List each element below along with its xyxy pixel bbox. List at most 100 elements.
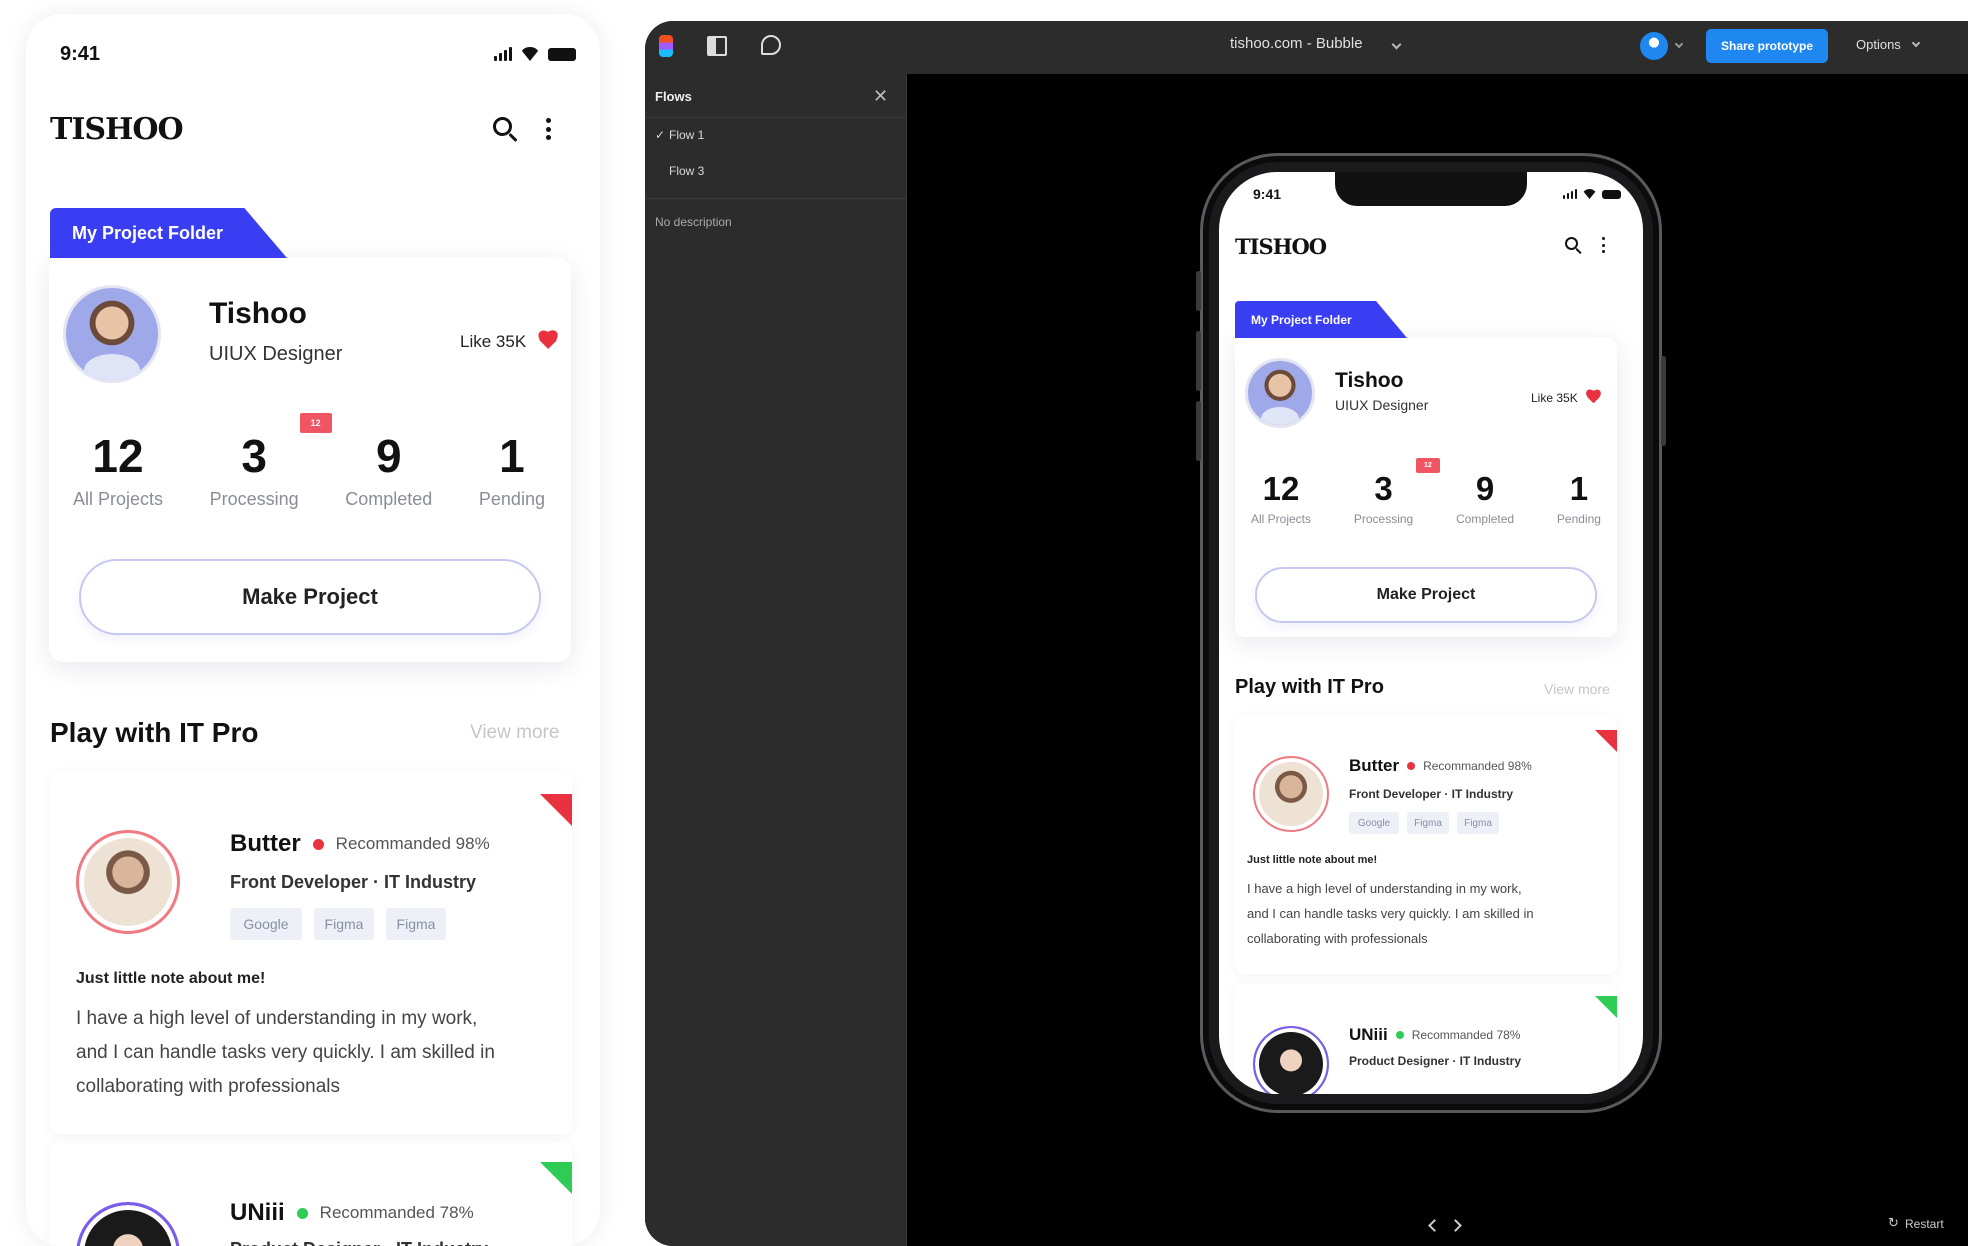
recommend-score: Recommanded 78% xyxy=(1411,1028,1521,1042)
project-folder-tab[interactable]: My Project Folder xyxy=(50,208,287,258)
wifi-icon xyxy=(1583,189,1596,199)
stat-all-projects[interactable]: 12 All Projects xyxy=(1251,470,1311,526)
comment-icon[interactable] xyxy=(761,35,781,55)
pro-name: Butter xyxy=(1349,756,1400,775)
previous-frame-icon[interactable] xyxy=(1428,1219,1441,1232)
stat-pending[interactable]: 1 Pending xyxy=(479,429,545,510)
note-line: and I can handle tasks very quickly. I a… xyxy=(1247,906,1534,921)
search-icon[interactable] xyxy=(493,117,519,143)
tag[interactable]: Google xyxy=(230,908,302,940)
restart-icon[interactable]: ↻ xyxy=(1888,1216,1899,1231)
close-icon[interactable]: ✕ xyxy=(873,86,888,107)
tag[interactable]: Google xyxy=(1349,812,1399,834)
chevron-down-icon[interactable] xyxy=(1674,39,1684,49)
view-more-link[interactable]: View more xyxy=(1544,681,1610,697)
profile-card: Tishoo UIUX Designer Like 35K 12 All Pro… xyxy=(49,257,571,662)
sidebar-toggle-icon[interactable] xyxy=(707,36,727,56)
make-project-button[interactable]: Make Project xyxy=(1255,567,1597,623)
pro-card-butter[interactable]: Butter Recommanded 98% Front Developer ·… xyxy=(50,772,572,1134)
status-dot xyxy=(312,838,324,850)
stat-processing[interactable]: 12 3 Processing xyxy=(1354,458,1440,526)
like-counter[interactable]: Like 35K xyxy=(1531,390,1602,406)
flow-item-1[interactable]: Flow 1 xyxy=(669,128,704,142)
more-options-icon[interactable] xyxy=(545,118,551,140)
phone-screen: 9:41 TISHOO Tishoo UIUX Designer Like 35… xyxy=(1219,172,1643,1094)
section-title: Play with IT Pro xyxy=(1235,676,1384,698)
heart-icon[interactable] xyxy=(536,331,560,353)
tag[interactable]: Figma xyxy=(1457,812,1499,834)
battery-icon xyxy=(1602,189,1621,199)
stat-value: 3 xyxy=(1374,470,1393,507)
next-frame-icon[interactable] xyxy=(1449,1219,1462,1232)
wifi-icon xyxy=(521,47,539,61)
more-options-icon[interactable] xyxy=(1601,237,1605,253)
stat-label: All Projects xyxy=(1251,512,1312,526)
project-folder-tab[interactable]: My Project Folder xyxy=(1235,301,1407,338)
note-body: I have a high level of understanding in … xyxy=(76,1002,495,1104)
like-counter[interactable]: Like 35K xyxy=(460,331,560,353)
pro-card-butter[interactable]: Butter Recommanded 98% Front Developer ·… xyxy=(1235,716,1617,974)
stat-value: 12 xyxy=(92,430,144,482)
pro-card-uniii[interactable]: UNiii Recommanded 78% Product Designer ·… xyxy=(50,1142,572,1246)
stat-pending[interactable]: 1 Pending xyxy=(1557,470,1601,526)
tag[interactable]: Figma xyxy=(1407,812,1449,834)
corner-flag-icon xyxy=(540,794,572,826)
project-stats: 12 All Projects 12 3 Processing 9 Comple… xyxy=(1251,458,1601,526)
view-more-link[interactable]: View more xyxy=(470,722,559,744)
chevron-down-icon[interactable] xyxy=(1391,39,1402,50)
recommend-score: Recommanded 78% xyxy=(319,1203,474,1222)
heart-icon[interactable] xyxy=(1585,390,1602,406)
flow-item-3[interactable]: Flow 3 xyxy=(669,164,704,178)
stat-label: Processing xyxy=(209,489,299,509)
note-line: and I can handle tasks very quickly. I a… xyxy=(76,1042,495,1063)
note-title: Just little note about me! xyxy=(1247,854,1378,866)
profile-role: UIUX Designer xyxy=(1335,397,1429,413)
search-icon[interactable] xyxy=(1565,237,1583,255)
like-count: Like 35K xyxy=(460,332,527,351)
pro-avatar xyxy=(76,1202,180,1246)
stat-processing[interactable]: 12 3 Processing xyxy=(209,413,332,510)
stat-label: All Projects xyxy=(73,489,164,509)
pro-role: Product Designer · IT Industry xyxy=(230,1239,488,1246)
corner-flag-icon xyxy=(1595,996,1617,1018)
pro-name: UNiii xyxy=(230,1199,285,1226)
status-bar: 9:41 xyxy=(1219,182,1643,206)
figma-logo-icon[interactable] xyxy=(659,35,673,57)
file-title[interactable]: tishoo.com - Bubble xyxy=(1230,35,1363,52)
stat-value: 3 xyxy=(241,430,267,482)
app-logo: TISHOO xyxy=(1235,234,1327,259)
user-avatar[interactable] xyxy=(1640,32,1668,60)
stat-value: 9 xyxy=(375,430,402,482)
stat-label: Completed xyxy=(345,489,433,509)
prototype-viewer-window: tishoo.com - Bubble Share prototype Opti… xyxy=(645,21,1968,1246)
pro-card-uniii[interactable]: UNiii Recommanded 78% Product Designer ·… xyxy=(1235,984,1617,1094)
like-count: Like 35K xyxy=(1531,391,1578,405)
processing-badge: 12 xyxy=(299,413,332,433)
pro-name: Butter xyxy=(230,830,301,857)
status-dot xyxy=(1407,762,1416,770)
make-project-button[interactable]: Make Project xyxy=(79,559,541,635)
stat-completed[interactable]: 9 Completed xyxy=(1456,470,1514,526)
stat-all-projects[interactable]: 12 All Projects xyxy=(73,429,163,510)
stat-completed[interactable]: 9 Completed xyxy=(345,429,432,510)
tag[interactable]: Figma xyxy=(386,908,446,940)
pro-name-row: UNiii Recommanded 78% xyxy=(1349,1025,1520,1045)
stat-value: 1 xyxy=(499,430,525,482)
tag[interactable]: Figma xyxy=(314,908,374,940)
side-button xyxy=(1196,271,1201,311)
flows-title: Flows xyxy=(655,89,692,104)
pro-avatar xyxy=(76,830,180,934)
restart-button[interactable]: Restart xyxy=(1905,1217,1944,1231)
status-bar: 9:41 xyxy=(26,32,600,76)
pro-name-row: Butter Recommanded 98% xyxy=(1349,756,1532,776)
options-menu[interactable]: Options xyxy=(1856,37,1901,52)
share-prototype-button[interactable]: Share prototype xyxy=(1706,29,1828,63)
project-stats: 12 All Projects 12 3 Processing 9 Comple… xyxy=(73,413,545,510)
recommend-score: Recommanded 98% xyxy=(1423,759,1532,773)
note-line: collaborating with professionals xyxy=(76,1076,341,1097)
side-button xyxy=(1661,356,1666,446)
pro-role: Front Developer · IT Industry xyxy=(230,872,477,892)
stat-label: Pending xyxy=(1556,512,1601,526)
chevron-down-icon[interactable] xyxy=(1911,38,1921,48)
status-time: 9:41 xyxy=(60,42,101,65)
